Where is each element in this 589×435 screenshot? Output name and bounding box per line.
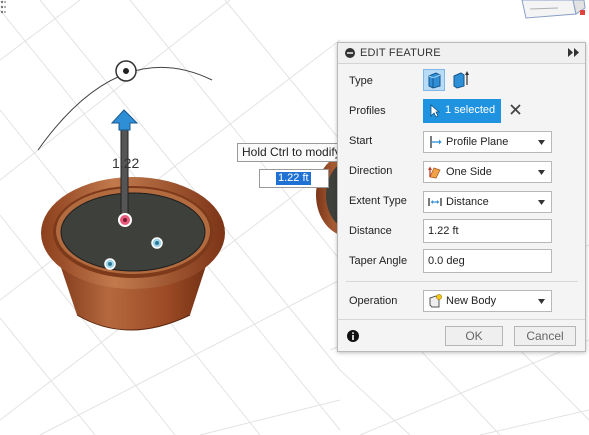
direction-value: One Side	[446, 166, 492, 178]
distance-field[interactable]: 1.22 ft	[423, 219, 552, 243]
start-label: Start	[349, 135, 373, 147]
profile-plane-icon	[430, 136, 442, 148]
extrude-shaft	[120, 127, 129, 221]
cancel-button[interactable]: Cancel	[514, 326, 576, 346]
taper-angle-field[interactable]: 0.0 deg	[423, 249, 552, 273]
more-options-icon[interactable]	[0, 0, 4, 14]
chevron-down-icon	[538, 200, 545, 205]
viewcube[interactable]	[518, 0, 589, 22]
new-body-icon	[429, 294, 442, 308]
panel-header[interactable]: EDIT FEATURE	[338, 43, 585, 64]
operation-value: New Body	[446, 295, 497, 307]
extent-type-value: Distance	[446, 196, 489, 208]
type-label: Type	[349, 75, 373, 87]
distance-icon	[428, 198, 442, 206]
taper-angle-value: 0.0 deg	[428, 255, 465, 267]
direction-dropdown[interactable]: One Side	[423, 161, 552, 183]
chevron-down-icon	[538, 140, 545, 145]
type-thin-button[interactable]	[451, 69, 473, 91]
distance-label: Distance	[349, 225, 392, 237]
panel-divider	[346, 281, 578, 282]
dimension-label: 1.22	[112, 155, 140, 171]
distance-manipulator-value[interactable]: 1.22 ft	[276, 172, 311, 185]
operation-dropdown[interactable]: New Body	[423, 290, 552, 312]
footer-divider	[338, 319, 585, 320]
extent-type-dropdown[interactable]: Distance	[423, 191, 552, 213]
pot-soil	[60, 192, 206, 272]
one-side-icon	[428, 166, 441, 179]
clear-selection-icon[interactable]	[510, 104, 521, 115]
taper-angle-label: Taper Angle	[349, 255, 408, 267]
panel-title: EDIT FEATURE	[360, 47, 441, 59]
operation-label: Operation	[349, 295, 398, 307]
expand-icon[interactable]	[568, 48, 580, 57]
direction-label: Direction	[349, 165, 393, 177]
distance-value: 1.22 ft	[428, 225, 459, 237]
chevron-down-icon	[538, 170, 545, 175]
extrude-thin-icon	[453, 71, 469, 89]
ok-button[interactable]: OK	[445, 326, 503, 346]
type-solid-button[interactable]	[423, 69, 445, 91]
collapse-icon[interactable]	[345, 48, 355, 58]
info-icon[interactable]	[347, 330, 359, 342]
extrude-arrow	[110, 109, 139, 131]
profiles-select-button[interactable]: 1 selected	[423, 99, 501, 123]
extent-type-label: Extent Type	[349, 195, 407, 207]
start-value: Profile Plane	[446, 136, 509, 148]
profiles-label: Profiles	[349, 105, 386, 117]
start-dropdown[interactable]: Profile Plane	[423, 131, 552, 153]
profiles-selected-text: 1 selected	[445, 104, 496, 116]
extrude-solid-icon	[428, 72, 441, 89]
cursor-arrow-icon	[430, 104, 440, 118]
chevron-down-icon	[538, 299, 545, 304]
edit-feature-panel: EDIT FEATURE Type Profiles 1 selected St…	[337, 42, 586, 352]
distance-manipulator-input[interactable]: 1.22 ft	[259, 169, 329, 188]
